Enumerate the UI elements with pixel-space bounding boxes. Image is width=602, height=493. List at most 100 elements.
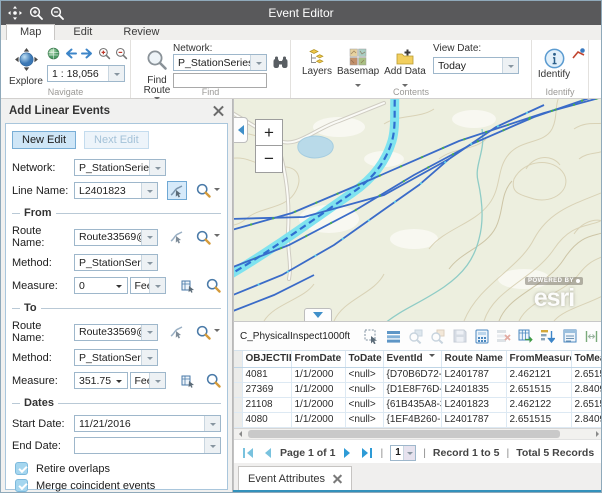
map-zoom-out-button[interactable]: − xyxy=(255,146,283,173)
to-zoom-measure-button[interactable] xyxy=(206,373,221,388)
dropdown-caret[interactable] xyxy=(502,58,518,73)
to-pick-measure-button[interactable] xyxy=(178,371,197,390)
cell[interactable]: <null> xyxy=(345,397,383,412)
close-tab-icon[interactable] xyxy=(333,475,342,484)
select-line-on-map-button[interactable] xyxy=(167,181,187,200)
tab-map[interactable]: Map xyxy=(6,24,55,40)
cell[interactable]: 21108 xyxy=(242,397,291,412)
fit-columns-icon[interactable] xyxy=(583,328,600,344)
cell[interactable]: 2.462122 xyxy=(506,397,571,412)
cell[interactable]: 2.6515 xyxy=(571,367,602,382)
cell[interactable]: 2.8409 xyxy=(571,382,602,397)
tab-review[interactable]: Review xyxy=(110,25,172,40)
cell[interactable]: 1/1/2000 xyxy=(291,367,345,382)
col-frommeasure[interactable]: FromMeasure xyxy=(506,351,571,367)
from-route-combo[interactable]: Route33569@Centi xyxy=(74,229,158,246)
delete-selected-icon[interactable] xyxy=(495,328,512,344)
dropdown-caret[interactable] xyxy=(141,350,157,365)
save-edits-icon[interactable] xyxy=(451,328,468,344)
retire-overlaps-checkbox[interactable] xyxy=(15,462,28,475)
cell[interactable]: {61B435A8-3: xyxy=(383,397,441,412)
cell[interactable]: {D1E8F76D-F xyxy=(383,382,441,397)
layers-button[interactable]: Layers xyxy=(299,48,335,77)
zoom-to-line-button[interactable] xyxy=(196,183,220,198)
dropdown-caret[interactable] xyxy=(111,278,127,293)
zoom-out-icon[interactable] xyxy=(50,6,64,20)
find-route-input[interactable] xyxy=(173,73,267,88)
map-view[interactable]: + − POWERED BY esri xyxy=(233,99,602,321)
dropdown-caret[interactable] xyxy=(204,416,220,431)
col-objectid[interactable]: OBJECTID xyxy=(242,351,291,367)
start-date-combo[interactable]: 11/21/2016 xyxy=(74,415,221,432)
new-edit-button[interactable]: New Edit xyxy=(12,131,76,149)
map-scale-combo[interactable]: 1 : 18,056 xyxy=(47,65,125,82)
to-measure-combo[interactable]: 351.75 xyxy=(74,372,128,389)
zoom-options-caret[interactable] xyxy=(214,188,220,194)
cell[interactable]: {1EF4B260-F( xyxy=(383,412,441,427)
dropdown-caret[interactable] xyxy=(149,373,165,388)
network-combo[interactable]: P_StationSeries xyxy=(74,159,166,176)
table-row[interactable]: 40811/1/2000<null>{D70B6D72-3L24017872.4… xyxy=(234,367,602,382)
from-method-combo[interactable]: P_StationSeries xyxy=(74,254,158,271)
select-events-icon[interactable] xyxy=(363,328,380,344)
field-calculator-icon[interactable] xyxy=(473,328,490,344)
from-zoom-route-button[interactable] xyxy=(196,230,220,245)
from-zoom-measure-button[interactable] xyxy=(206,278,221,293)
dropdown-caret[interactable] xyxy=(141,230,157,245)
table-row[interactable]: 40801/1/2000<null>{1EF4B260-F(L24017872.… xyxy=(234,412,602,427)
table-row[interactable]: 211081/1/2000<null>{61B435A8-3:L24018232… xyxy=(234,397,602,412)
cell[interactable]: 27369 xyxy=(242,382,291,397)
zoom-in-icon[interactable] xyxy=(29,6,43,20)
pan-icon[interactable] xyxy=(8,6,22,20)
from-select-route-button[interactable] xyxy=(167,228,187,247)
binoculars-icon[interactable] xyxy=(273,56,288,69)
map-zoom-in-button[interactable]: + xyxy=(255,119,283,146)
scrollbar-thumb[interactable] xyxy=(248,430,560,438)
dropdown-caret[interactable] xyxy=(250,55,266,70)
cell[interactable]: <null> xyxy=(345,382,383,397)
cell[interactable]: 1/1/2000 xyxy=(291,412,345,427)
identify-route-location-icon[interactable] xyxy=(572,48,585,60)
next-page-icon[interactable] xyxy=(342,447,354,459)
view-date-combo[interactable]: Today xyxy=(433,57,519,74)
dropdown-caret[interactable] xyxy=(141,325,157,340)
col-fromdate[interactable]: FromDate xyxy=(291,351,345,367)
merge-coincident-checkbox[interactable] xyxy=(15,479,28,492)
dropdown-caret[interactable] xyxy=(108,66,124,81)
zoom-options-caret[interactable] xyxy=(214,234,220,240)
scroll-right-arrow[interactable] xyxy=(591,429,602,439)
cell[interactable]: L2401835 xyxy=(441,382,506,397)
zoom-options-caret[interactable] xyxy=(214,329,220,335)
cell[interactable]: {D70B6D72-3 xyxy=(383,367,441,382)
explore-button[interactable]: Explore xyxy=(8,47,44,87)
cell[interactable]: 2.651515 xyxy=(506,412,571,427)
col-routename[interactable]: Route Name xyxy=(441,351,506,367)
cell[interactable]: 2.8409 xyxy=(571,412,602,427)
scroll-left-arrow[interactable] xyxy=(234,429,246,439)
cell[interactable]: <null> xyxy=(345,367,383,382)
table-row[interactable]: 273691/1/2000<null>{D1E8F76D-FL24018352.… xyxy=(234,382,602,397)
horizontal-scrollbar[interactable] xyxy=(234,428,602,440)
col-tomeasure[interactable]: ToMea xyxy=(571,351,602,367)
dropdown-caret[interactable] xyxy=(141,183,157,198)
pan-to-selected-icon[interactable] xyxy=(429,328,446,344)
collapse-panel-button[interactable] xyxy=(234,117,248,143)
col-eventid[interactable]: EventId xyxy=(383,351,441,367)
cell[interactable]: <null> xyxy=(345,412,383,427)
cell[interactable]: 2.462121 xyxy=(506,367,571,382)
cell[interactable]: 2.6515 xyxy=(571,397,602,412)
page-number-combo[interactable]: 1 xyxy=(390,445,416,461)
export-records-icon[interactable] xyxy=(517,328,534,344)
to-select-route-button[interactable] xyxy=(167,323,187,342)
line-name-combo[interactable]: L2401823 xyxy=(74,182,158,199)
row-selector[interactable] xyxy=(234,382,242,397)
sort-records-icon[interactable] xyxy=(539,328,556,344)
tab-event-attributes[interactable]: Event Attributes xyxy=(238,466,352,491)
show-selected-records-icon[interactable] xyxy=(385,328,402,344)
cell[interactable]: L2401787 xyxy=(441,367,506,382)
dropdown-caret[interactable] xyxy=(141,255,157,270)
ribbon-network-combo[interactable]: P_StationSeries xyxy=(173,54,267,71)
from-measure-combo[interactable]: 0 xyxy=(74,277,128,294)
col-todate[interactable]: ToDate xyxy=(345,351,383,367)
full-extent-icon[interactable] xyxy=(47,47,60,60)
